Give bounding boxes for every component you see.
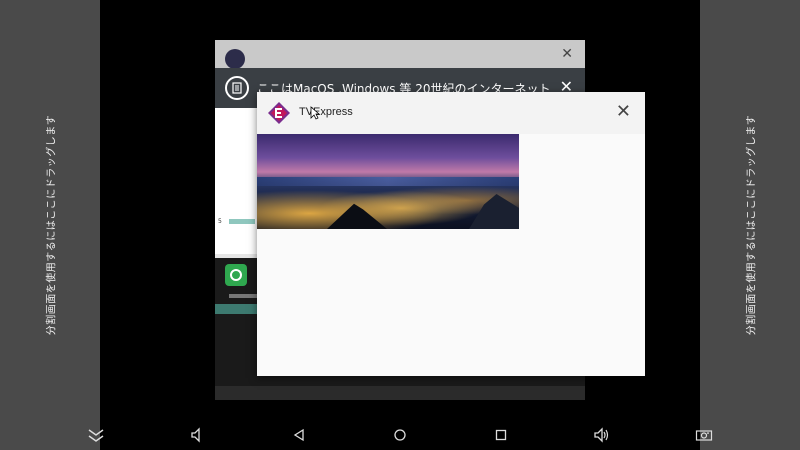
home-icon[interactable] [390,425,410,445]
mouse-pointer-icon [310,106,320,120]
app-logo-icon [225,49,245,69]
green-app-icon [225,264,247,286]
row-highlight [229,219,255,224]
recent-app-card-front[interactable]: TVExpress ✕ [257,92,645,376]
card-back-header: ✕ [215,40,585,69]
split-screen-hint-right: 分割画面を使用するにはここにドラッグします [746,114,758,336]
back-icon[interactable] [289,425,309,445]
recents-icon[interactable] [491,425,511,445]
close-icon[interactable]: ✕ [616,102,631,122]
close-icon[interactable]: ✕ [561,46,573,62]
tvexpress-logo-icon [268,102,290,124]
screenshot-icon[interactable] [694,425,714,445]
collapse-icon[interactable] [86,425,106,445]
volume-up-icon[interactable] [592,425,612,445]
split-screen-hint-left: 分割画面を使用するにはここにドラッグします [46,114,58,336]
city-night-image [257,134,519,229]
selected-row [215,304,257,314]
split-screen-drop-zone-left[interactable]: 分割画面を使用するにはここにドラッグします [0,0,100,450]
split-screen-drop-zone-right[interactable]: 分割画面を使用するにはここにドラッグします [700,0,800,450]
row-number: 5 [218,218,222,225]
navigation-bar [0,420,800,450]
placeholder-text [229,294,259,298]
volume-down-icon[interactable] [187,425,207,445]
app-name: TVExpress [299,106,353,118]
document-app-icon [225,76,249,100]
